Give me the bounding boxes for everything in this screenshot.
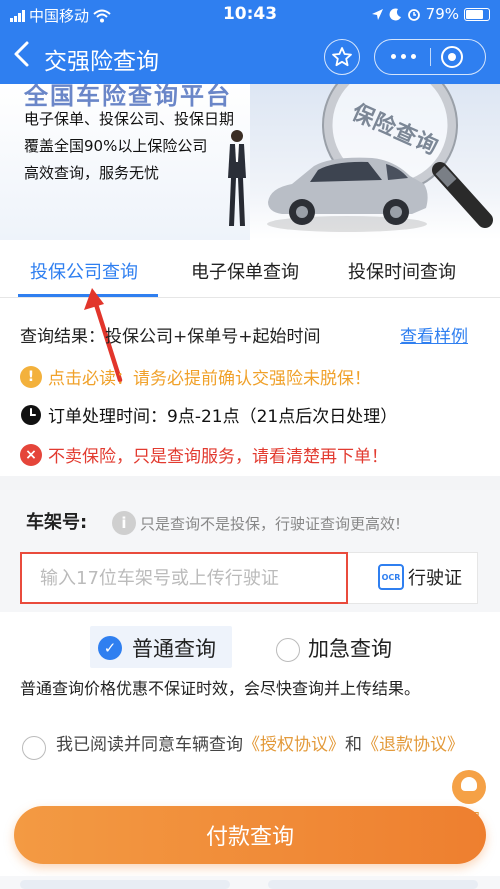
nav-bar: 交强险查询 xyxy=(0,30,500,84)
chevron-left-icon xyxy=(14,41,29,67)
option-urgent-radio[interactable] xyxy=(276,638,300,662)
page-title: 交强险查询 xyxy=(44,49,159,75)
agreement-text: 我已阅读并同意车辆查询《授权协议》和《退款协议》 xyxy=(56,733,486,758)
more-button[interactable] xyxy=(391,54,416,59)
clock-icon xyxy=(21,404,41,425)
notice-must-read: ! 点击必读：请务必提前确认交强险未脱保！ xyxy=(20,364,371,389)
notice-text: 订单处理时间：9点-21点（21点后次日处理） xyxy=(48,407,398,427)
ocr-upload-button[interactable]: OCR 行驶证 xyxy=(378,564,462,590)
notice-no-sale: × 不卖保险，只是查询服务，请看清楚再下单！ xyxy=(20,442,388,467)
favorite-button[interactable] xyxy=(324,39,360,75)
ocr-scan-icon: OCR xyxy=(378,564,404,590)
section-gap xyxy=(0,476,500,490)
bottom-card xyxy=(20,880,230,889)
notice-text: 不卖保险，只是查询服务，请看清楚再下单！ xyxy=(48,447,388,467)
error-icon: × xyxy=(20,443,42,466)
headset-icon xyxy=(452,770,486,804)
status-right: 79% xyxy=(371,5,490,23)
refund-agreement-link[interactable]: 《退款协议》 xyxy=(362,735,464,755)
view-sample-link[interactable]: 查看样例 xyxy=(400,322,468,347)
star-icon xyxy=(332,47,352,67)
notice-hours: 订单处理时间：9点-21点（21点后次日处理） xyxy=(20,402,397,427)
promo-banner: 全国车险查询平台 电子保单、投保公司、投保日期 覆盖全国90%以上保险公司 高效… xyxy=(0,84,500,240)
tab-insure-time[interactable]: 投保时间查询 xyxy=(348,258,456,284)
bottom-strip xyxy=(0,876,500,889)
banner-line: 电子保单、投保公司、投保日期 xyxy=(24,110,235,128)
battery-icon xyxy=(464,7,490,21)
vin-input[interactable] xyxy=(20,552,348,604)
auth-agreement-link[interactable]: 《授权协议》 xyxy=(243,735,345,755)
battery-percent: 79% xyxy=(425,5,459,23)
alarm-icon xyxy=(407,9,420,21)
banner-line: 覆盖全国90%以上保险公司 xyxy=(24,137,208,155)
banner-line: 高效查询，服务无忧 xyxy=(24,164,160,182)
status-bar: 中国移动 10:43 79% xyxy=(0,0,500,30)
moon-icon xyxy=(389,7,401,20)
result-row: 查询结果：投保公司+保单号+起始时间 xyxy=(20,322,321,347)
close-miniapp-button[interactable] xyxy=(441,46,463,68)
agreement-prefix: 我已阅读并同意车辆查询 xyxy=(56,735,243,755)
bottom-card xyxy=(268,880,478,889)
notice-text: 点击必读：请务必提前确认交强险未脱保！ xyxy=(48,369,371,389)
businessman-illustration xyxy=(228,130,246,226)
warning-icon: ! xyxy=(20,365,42,388)
tab-e-policy[interactable]: 电子保单查询 xyxy=(191,258,299,284)
miniapp-capsule xyxy=(374,39,486,75)
pay-query-button[interactable]: 付款查询 xyxy=(14,806,486,864)
tab-company[interactable]: 投保公司查询 xyxy=(30,258,138,284)
car-illustration xyxy=(267,157,428,232)
option-urgent-label[interactable]: 加急查询 xyxy=(308,633,392,663)
agreement-checkbox[interactable] xyxy=(22,736,46,760)
checkmark-icon[interactable]: ✓ xyxy=(98,636,122,660)
tabs-divider xyxy=(0,297,500,298)
capsule-divider xyxy=(430,48,431,66)
vin-label: 车架号: xyxy=(26,512,88,533)
location-icon xyxy=(371,8,383,20)
info-icon: i xyxy=(112,511,136,535)
option-normal-label[interactable]: 普通查询 xyxy=(132,633,216,663)
option-note: 普通查询价格优惠不保证时效，会尽快查询并上传结果。 xyxy=(20,679,421,698)
result-text: 查询结果：投保公司+保单号+起始时间 xyxy=(20,327,321,347)
agreement-and: 和 xyxy=(345,735,362,755)
back-button[interactable] xyxy=(12,39,30,76)
banner-lines: 电子保单、投保公司、投保日期 覆盖全国90%以上保险公司 高效查询，服务无忧 xyxy=(24,106,234,187)
vin-hint: 只是查询不是投保，行驶证查询更高效! xyxy=(140,515,402,533)
query-tabs: 投保公司查询 电子保单查询 投保时间查询 xyxy=(0,240,500,298)
ocr-label: 行驶证 xyxy=(408,568,462,589)
